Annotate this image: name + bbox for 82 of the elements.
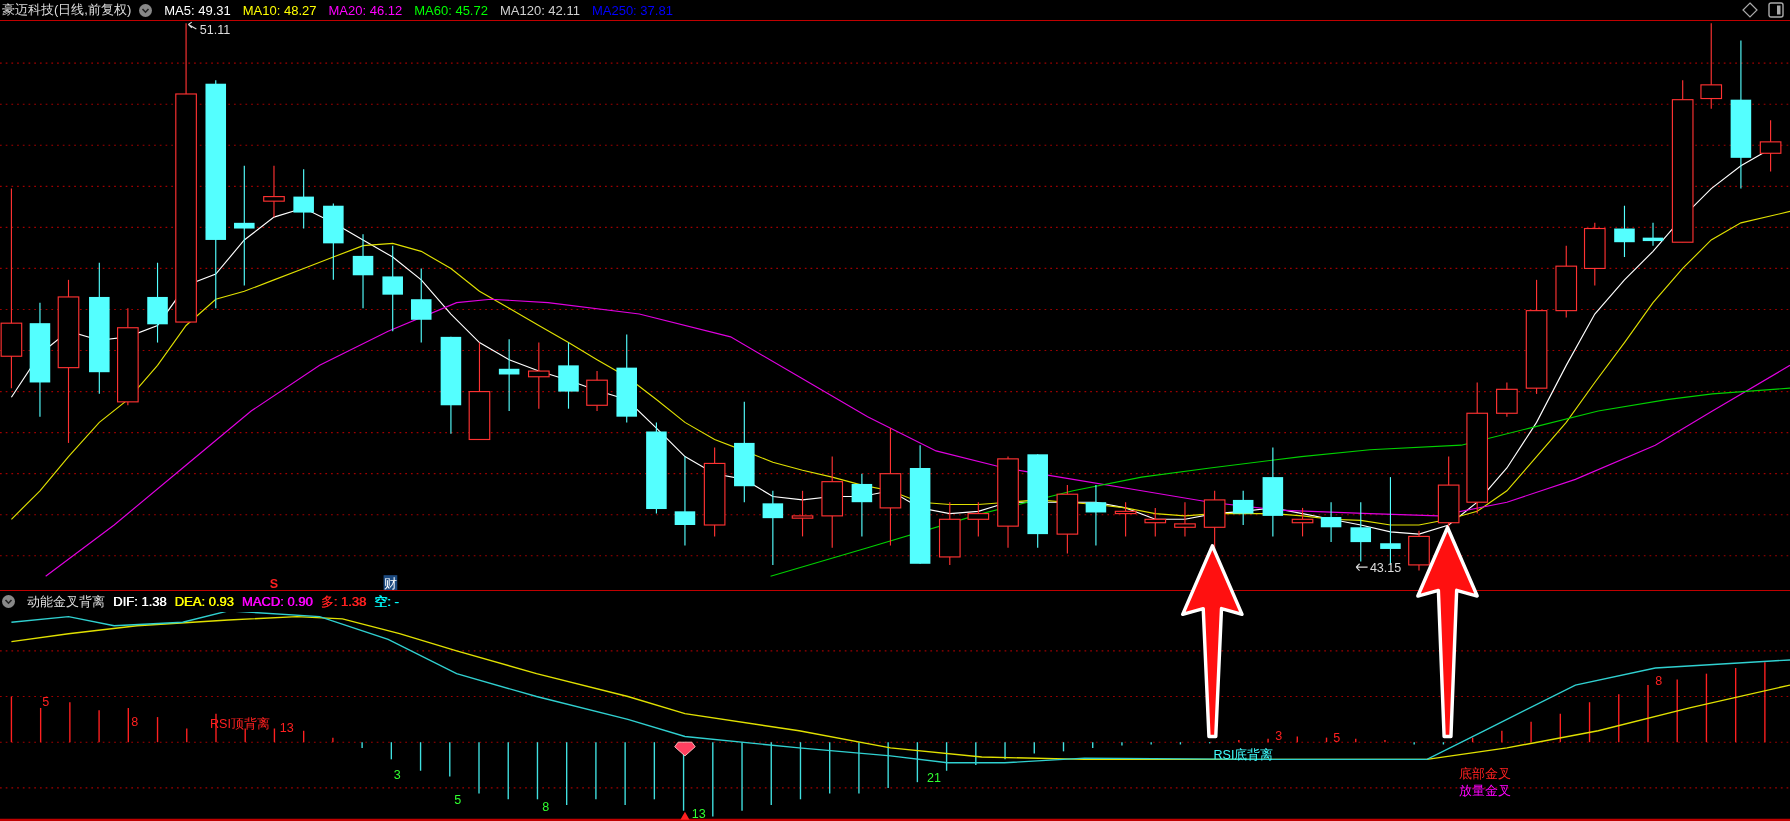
gem-icon: [674, 741, 696, 757]
signal-label: 3: [393, 767, 401, 782]
macd-bar: [1471, 736, 1474, 743]
macd-bar: [1705, 673, 1708, 743]
candlestick: [851, 473, 873, 537]
signal-label: 5: [42, 694, 50, 709]
candlestick: [527, 342, 550, 410]
candlestick: [1056, 484, 1079, 555]
candlestick: [1114, 501, 1137, 537]
macd-bar: [916, 741, 919, 783]
candlestick: [938, 501, 961, 566]
candlestick: [293, 168, 314, 230]
dropdown-icon[interactable]: [2, 595, 15, 608]
macd-bar: [799, 741, 802, 800]
diamond-icon[interactable]: [1742, 2, 1758, 18]
dropdown-icon[interactable]: [139, 3, 153, 17]
candlestick: [586, 370, 608, 412]
indicator-value: DIF: 1.38: [113, 594, 167, 609]
macd-bar: [1442, 741, 1445, 746]
candlestick: [1232, 490, 1254, 526]
candlestick: [1614, 205, 1635, 258]
macd-bar: [945, 741, 948, 772]
macd-bar: [273, 727, 276, 743]
candlestick: [1583, 222, 1606, 287]
candlestick: [1291, 507, 1314, 537]
signal-label: 8: [1655, 674, 1663, 689]
moving-average-value: MA60: 45.72: [414, 2, 488, 18]
signal-label: 13: [279, 720, 294, 735]
macd-bar: [1325, 736, 1328, 743]
macd-bar: [1179, 741, 1182, 746]
pointer-icon: [187, 21, 197, 30]
candlestick: [1408, 530, 1430, 572]
macd-bar: [302, 730, 305, 743]
signal-label: 底部金叉: [1458, 766, 1511, 781]
chart-title: 豪迈科技(日线,前复权): [2, 1, 132, 19]
candlestick: [1759, 119, 1782, 173]
signal-label: 5: [454, 792, 462, 807]
panel-toggle-icon[interactable]: [1768, 2, 1784, 18]
candlestick: [791, 490, 814, 537]
moving-average-value: MA20: 46.12: [328, 2, 403, 18]
candlestick: [1174, 501, 1196, 537]
candlestick: [967, 501, 990, 537]
moving-average-value: MA250: 37.81: [591, 2, 673, 18]
signal-label: 5: [1333, 731, 1341, 746]
indicator-value: DEA: 0.93: [174, 594, 234, 609]
candlestick: [1350, 501, 1372, 563]
price-label: 43.15: [1369, 560, 1402, 575]
candlestick: [1496, 381, 1518, 418]
candlestick: [1642, 222, 1664, 247]
macd-bar: [156, 716, 159, 743]
finance-marker: 财: [383, 575, 398, 590]
macd-bar: [39, 707, 42, 743]
indicator-value: 空: -: [374, 592, 399, 611]
macd-bar: [1588, 701, 1591, 743]
signal-label: 21: [926, 771, 941, 786]
signal-label: 8: [131, 715, 139, 730]
indicator-title: 动能金叉背离: [27, 592, 105, 611]
price-label: 51.11: [199, 22, 231, 37]
macd-bar: [1062, 741, 1065, 752]
pointer-icon: [1355, 563, 1369, 572]
macd-bar: [1208, 741, 1211, 745]
signal-label: RSI底背离: [1213, 748, 1274, 763]
signal-label: 8: [542, 799, 550, 814]
signal-label: 放量金叉: [1458, 783, 1511, 798]
macd-bar: [419, 741, 422, 772]
moving-average-value: MA10: 48.27: [242, 2, 317, 18]
macd-bar: [653, 741, 656, 800]
candlestick: [263, 165, 285, 218]
candlestick: [558, 342, 579, 410]
indicator-value: 多: 1.38: [320, 592, 367, 611]
signal-label: 13: [691, 806, 706, 821]
macd-bar: [536, 741, 539, 800]
sell-marker: S: [269, 576, 279, 590]
candlestick: [1320, 501, 1342, 543]
macd-bar: [10, 695, 13, 743]
moving-average-value: MA120: 42.11: [499, 2, 580, 18]
signal-label: 3: [1275, 728, 1283, 743]
moving-average-value: MA5: 49.31: [164, 2, 231, 18]
candlestick: [1085, 484, 1107, 547]
candlestick: [1144, 507, 1167, 537]
triangle-icon: [680, 811, 690, 820]
indicator-value: MACD: 0.90: [241, 594, 313, 609]
